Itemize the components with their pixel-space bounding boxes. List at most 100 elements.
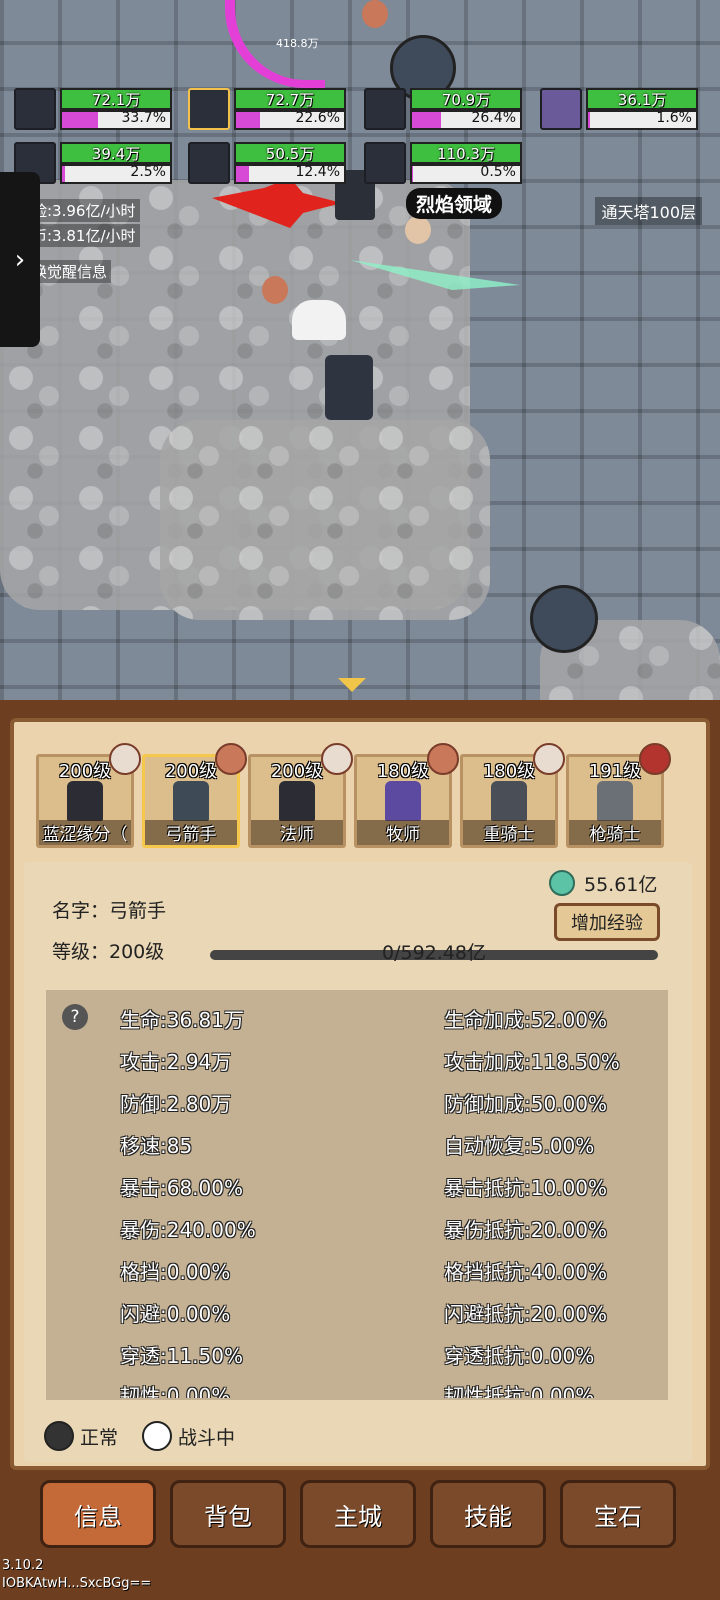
hp-bar: 36.1万 bbox=[586, 88, 698, 110]
battle-scene: 418.8万 72.1万 33.7% 72.7万 22.6% 70.9万 26.… bbox=[0, 0, 720, 735]
add-exp-button[interactable]: 增加经验 bbox=[554, 903, 660, 941]
hero-portrait bbox=[491, 781, 527, 821]
party-avatar bbox=[364, 142, 406, 184]
hero-card[interactable]: 180级 牧师 bbox=[354, 743, 459, 848]
hero-portrait bbox=[597, 781, 633, 821]
gem-icon bbox=[549, 870, 575, 896]
tab-gems[interactable]: 宝石 bbox=[560, 1480, 676, 1548]
mode-normal-label: 正常 bbox=[80, 1427, 119, 1449]
party-slot[interactable]: 72.1万 33.7% bbox=[14, 88, 174, 130]
hero-portrait bbox=[279, 781, 315, 821]
hero-card[interactable]: 200级 法师 bbox=[248, 743, 353, 848]
hero-name: 弓箭手 bbox=[145, 820, 237, 845]
stat-right: 格挡抵抗:40.00% bbox=[444, 1260, 607, 1284]
hero-level: 200级 bbox=[164, 761, 218, 782]
hero-level: 191级 bbox=[588, 761, 642, 782]
exp-bar: 26.4% bbox=[410, 110, 522, 130]
stat-left: 暴伤:240.00% bbox=[120, 1218, 256, 1242]
exp-bar: 1.6% bbox=[586, 110, 698, 130]
party-avatar bbox=[188, 142, 230, 184]
exp-bar: 2.5% bbox=[60, 164, 172, 184]
stat-left: 移速:85 bbox=[120, 1134, 193, 1158]
stat-left: 暴击:68.00% bbox=[120, 1176, 243, 1200]
pet-sprite bbox=[362, 0, 388, 28]
version-label: 3.10.2 bbox=[2, 1558, 44, 1573]
party-slot[interactable]: 110.3万 0.5% bbox=[364, 142, 524, 184]
hp-bar: 72.7万 bbox=[234, 88, 346, 110]
party-avatar bbox=[14, 88, 56, 130]
hp-bar: 50.5万 bbox=[234, 142, 346, 164]
stat-left: 闪避:0.00% bbox=[120, 1302, 231, 1326]
pet-sprite bbox=[405, 216, 431, 244]
side-panel-toggle[interactable]: › bbox=[0, 172, 40, 347]
exp-bar: 12.4% bbox=[234, 164, 346, 184]
coin-rate: 币:3.81亿/小时 bbox=[28, 224, 140, 247]
party-slot[interactable]: 72.7万 22.6% bbox=[188, 88, 348, 130]
hero-level: 200级 bbox=[58, 761, 112, 782]
stat-left: 防御:2.80万 bbox=[120, 1092, 232, 1116]
stat-right: 暴击抵抗:10.00% bbox=[444, 1176, 607, 1200]
stat-right: 攻击加成:118.50% bbox=[444, 1050, 620, 1074]
hero-name: 法师 bbox=[251, 820, 343, 845]
hero-name: 牧师 bbox=[357, 820, 449, 845]
damage-number: 418.8万 bbox=[276, 37, 319, 50]
hero-card[interactable]: 180级 重骑士 bbox=[460, 743, 565, 848]
hp-bar: 70.9万 bbox=[410, 88, 522, 110]
tab-backpack[interactable]: 背包 bbox=[170, 1480, 286, 1548]
stat-left: 攻击:2.94万 bbox=[120, 1050, 232, 1074]
party-slot[interactable]: 50.5万 12.4% bbox=[188, 142, 348, 184]
hero-level: 180级 bbox=[376, 761, 430, 782]
skill-name-label: 烈焰领域 bbox=[406, 188, 503, 219]
party-avatar bbox=[540, 88, 582, 130]
hero-card[interactable]: 200级 蓝涩缘分（ bbox=[36, 743, 141, 848]
mode-battle-radio[interactable] bbox=[142, 1421, 172, 1451]
stat-left: 生命:36.81万 bbox=[120, 1008, 244, 1032]
stat-right: 暴伤抵抗:20.00% bbox=[444, 1218, 607, 1242]
hero-portrait bbox=[385, 781, 421, 821]
stat-right: 闪避抵抗:20.00% bbox=[444, 1302, 607, 1326]
bomb-enemy bbox=[530, 585, 598, 653]
hero-detail: 55.61亿 名字：弓箭手 增加经验 等级：200级 0/592.48亿 ? 生… bbox=[24, 862, 692, 1462]
exp-bar: 22.6% bbox=[234, 110, 346, 130]
hero-portrait bbox=[67, 781, 103, 821]
stat-left: 韧性:0.00% bbox=[120, 1384, 231, 1398]
party-slot[interactable]: 70.9万 26.4% bbox=[364, 88, 524, 130]
hp-bar: 110.3万 bbox=[410, 142, 522, 164]
party-avatar bbox=[188, 88, 230, 130]
help-icon[interactable]: ? bbox=[62, 1004, 88, 1030]
awaken-info-link[interactable]: 换觉醒信息 bbox=[28, 260, 112, 283]
device-id-label: IOBKAtwH...SxcBGg== bbox=[2, 1576, 152, 1591]
tab-skills[interactable]: 技能 bbox=[430, 1480, 546, 1548]
mode-battle-label: 战斗中 bbox=[178, 1427, 236, 1449]
hero-portrait bbox=[173, 781, 209, 821]
hero-card-row: 200级 蓝涩缘分（ 200级 弓箭手 200级 法师 180级 牧师 180级… bbox=[22, 738, 698, 848]
exp-rate: 险:3.96亿/小时 bbox=[28, 199, 140, 222]
exp-bar: 0.5% bbox=[410, 164, 522, 184]
rubble-wall bbox=[160, 420, 490, 620]
floor-label: 通天塔100层 bbox=[595, 197, 702, 225]
hero-card[interactable]: 200级 弓箭手 bbox=[142, 743, 247, 848]
party-slot[interactable]: 36.1万 1.6% bbox=[540, 88, 700, 130]
stat-right: 防御加成:50.00% bbox=[444, 1092, 607, 1116]
hero-sprite bbox=[292, 300, 346, 340]
tab-main-city[interactable]: 主城 bbox=[300, 1480, 416, 1548]
hero-name: 重骑士 bbox=[463, 820, 555, 845]
party-avatar bbox=[364, 88, 406, 130]
hero-name: 蓝涩缘分（ bbox=[39, 820, 131, 845]
stat-right: 穿透抵抗:0.00% bbox=[444, 1344, 595, 1368]
mode-normal-radio[interactable] bbox=[44, 1421, 74, 1451]
stat-right: 生命加成:52.00% bbox=[444, 1008, 607, 1032]
exp-progress-text: 0/592.48亿 bbox=[382, 942, 486, 964]
hero-name: 枪骑士 bbox=[569, 820, 661, 845]
gem-count: 55.61亿 bbox=[584, 874, 658, 896]
exp-bar: 33.7% bbox=[60, 110, 172, 130]
stat-left: 格挡:0.00% bbox=[120, 1260, 231, 1284]
hero-card[interactable]: 191级 枪骑士 bbox=[566, 743, 671, 848]
stat-right: 韧性抵抗:0.00% bbox=[444, 1384, 595, 1398]
hero-level: 180级 bbox=[482, 761, 536, 782]
stat-right: 自动恢复:5.00% bbox=[444, 1134, 595, 1158]
hero-name-label: 名字：弓箭手 bbox=[52, 900, 167, 922]
tab-info[interactable]: 信息 bbox=[40, 1480, 156, 1548]
hp-bar: 39.4万 bbox=[60, 142, 172, 164]
hp-bar: 72.1万 bbox=[60, 88, 172, 110]
